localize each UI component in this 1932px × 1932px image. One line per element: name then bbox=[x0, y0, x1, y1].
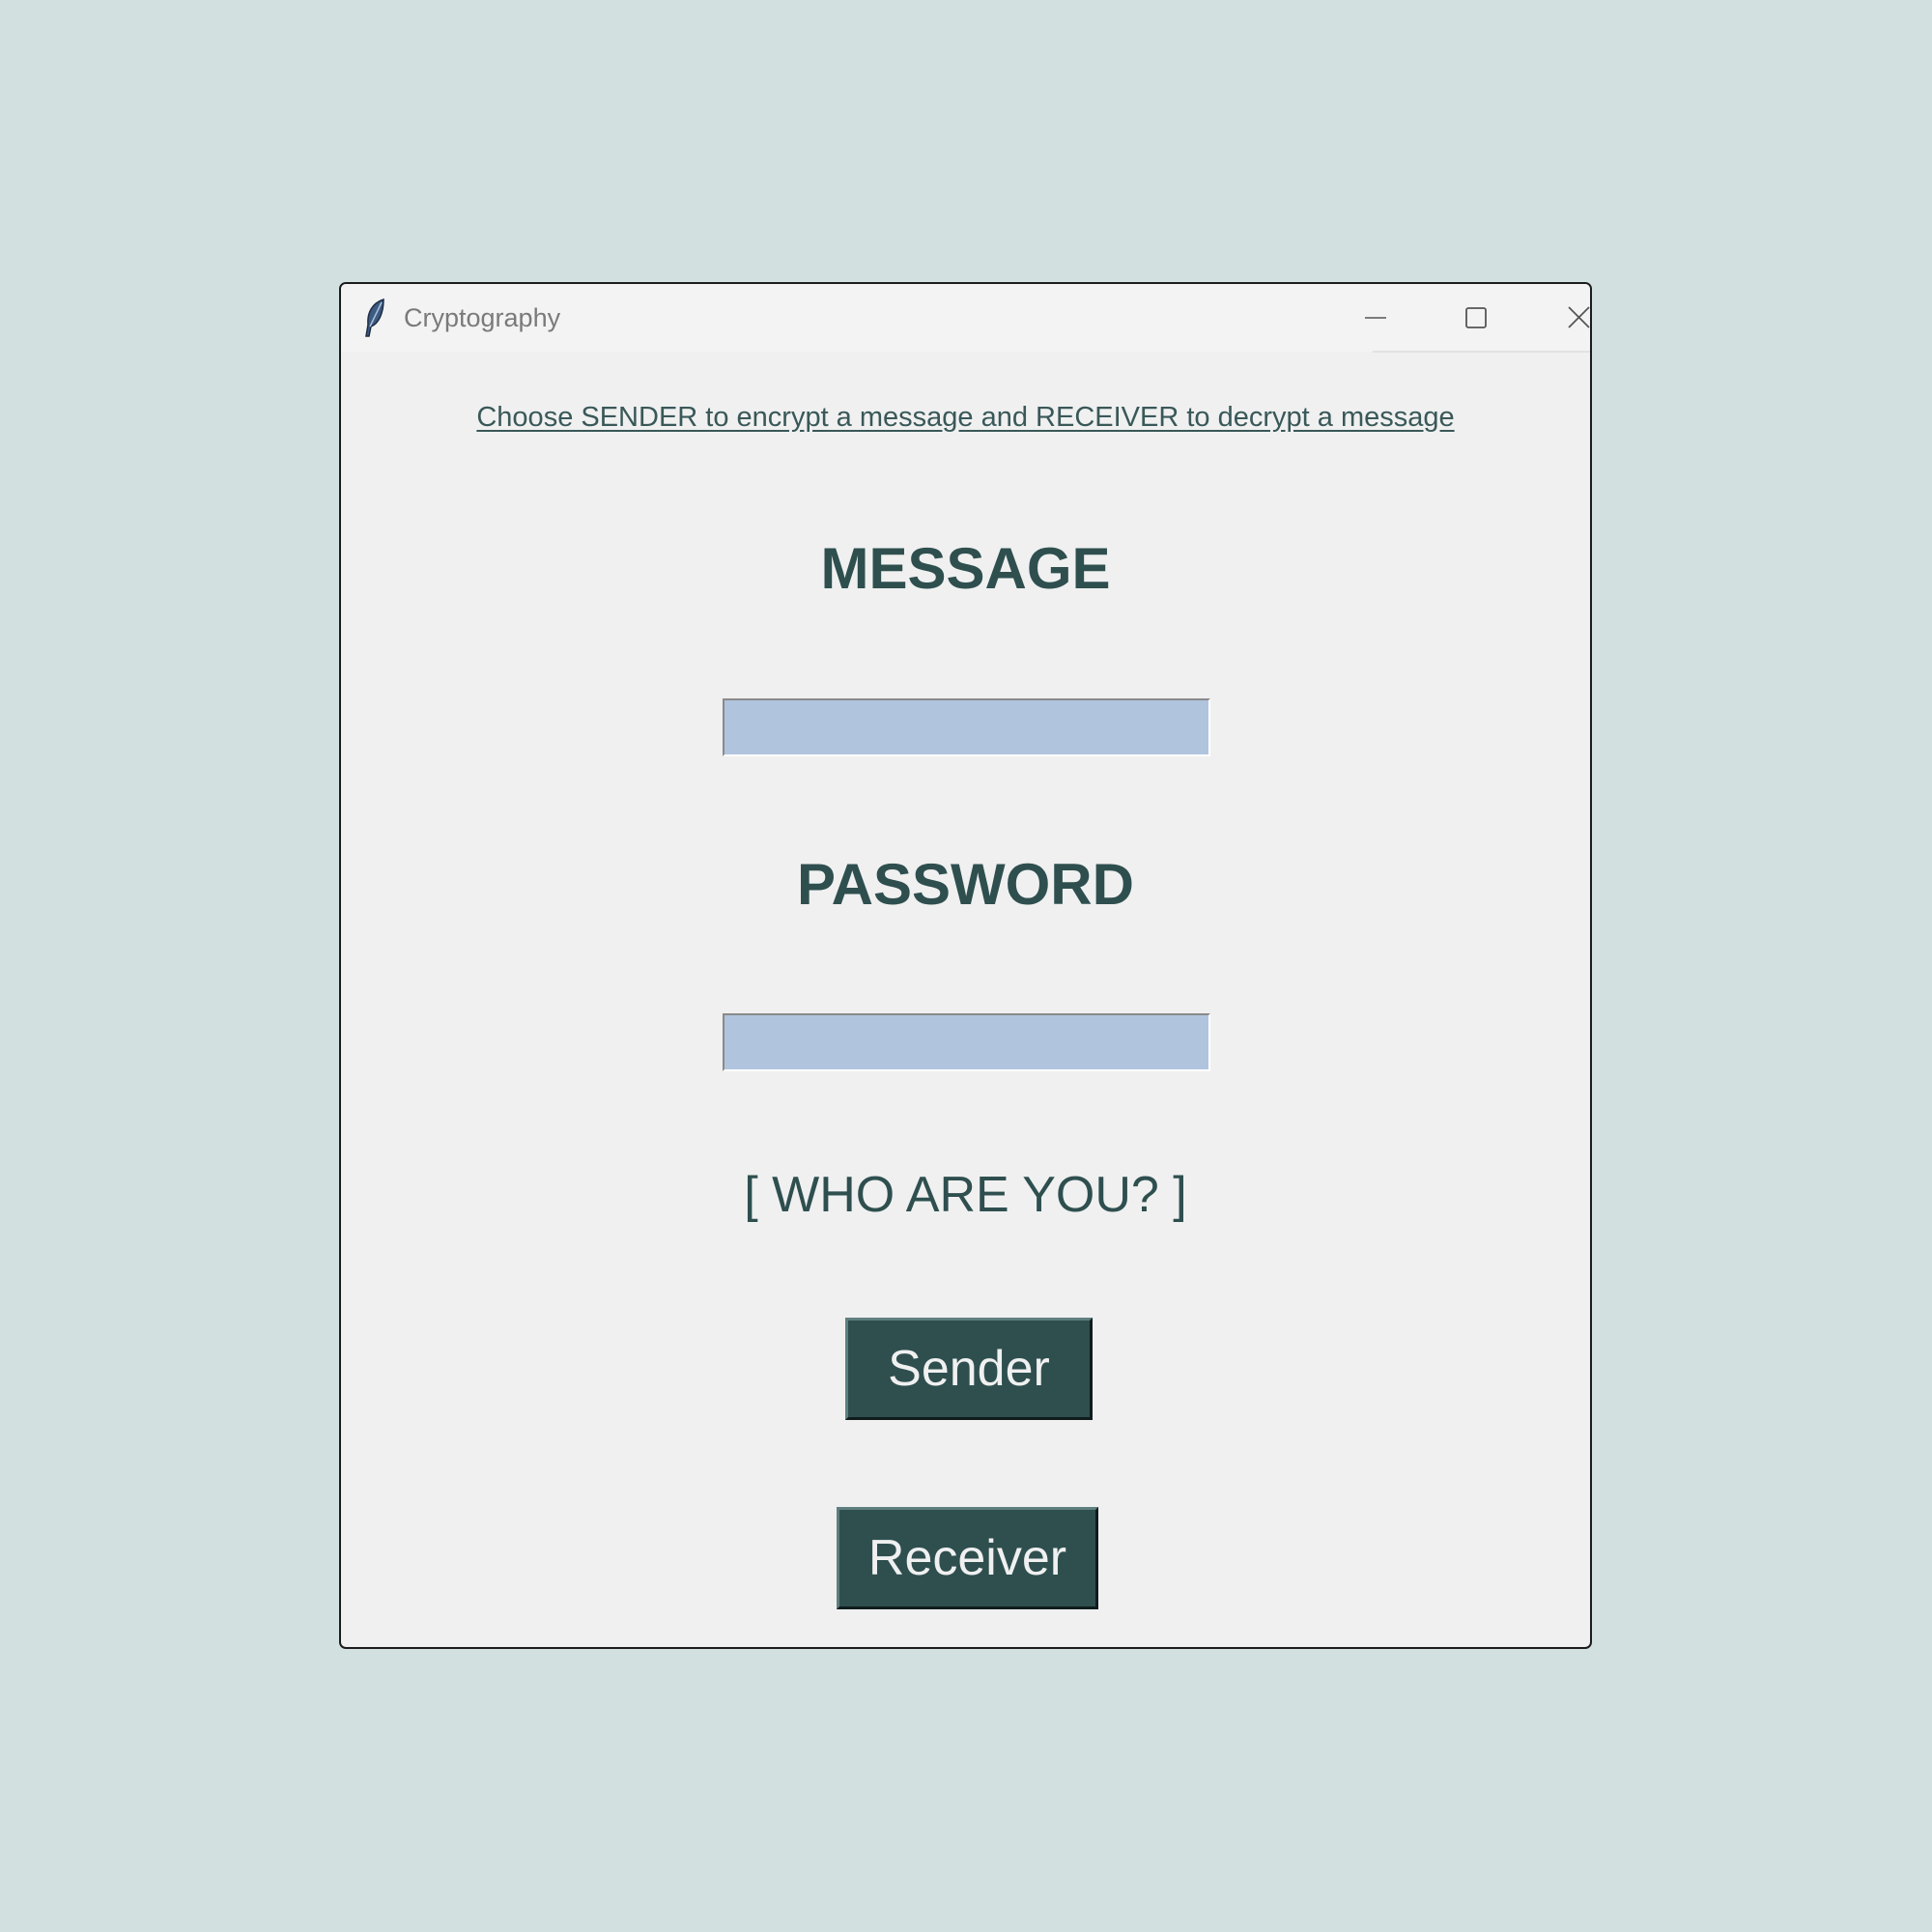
maximize-button[interactable] bbox=[1433, 284, 1520, 352]
receiver-button[interactable]: Receiver bbox=[837, 1507, 1098, 1609]
message-input[interactable] bbox=[723, 698, 1210, 756]
who-are-you-prompt: [ WHO ARE YOU? ] bbox=[744, 1167, 1187, 1223]
minimize-button[interactable] bbox=[1332, 284, 1419, 352]
password-label: PASSWORD bbox=[797, 852, 1134, 917]
message-label: MESSAGE bbox=[820, 536, 1111, 601]
app-window: Cryptography Choose SENDER to encrypt a … bbox=[339, 282, 1592, 1649]
close-button[interactable] bbox=[1535, 284, 1590, 352]
close-icon bbox=[1568, 306, 1590, 328]
feather-icon bbox=[362, 298, 387, 338]
minimize-icon bbox=[1365, 317, 1386, 319]
sender-button[interactable]: Sender bbox=[845, 1318, 1093, 1420]
maximize-icon bbox=[1465, 307, 1487, 328]
window-title: Cryptography bbox=[404, 303, 561, 332]
instruction-text: Choose SENDER to encrypt a message and R… bbox=[476, 402, 1455, 433]
title-bar[interactable]: Cryptography bbox=[341, 284, 1590, 352]
password-input[interactable] bbox=[723, 1013, 1210, 1071]
title-bar-divider bbox=[1373, 351, 1590, 353]
